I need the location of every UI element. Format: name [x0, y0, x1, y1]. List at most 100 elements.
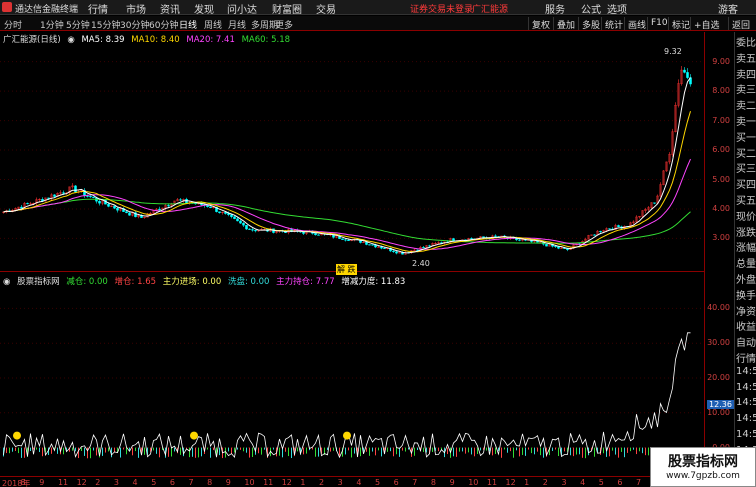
indicator-bar — [378, 447, 379, 451]
candle-body — [317, 234, 320, 236]
indicator-bar — [156, 447, 157, 454]
indicator-bar — [432, 447, 433, 452]
side-panel-item[interactable]: 总量 — [736, 255, 756, 270]
indicator-bar — [402, 447, 403, 451]
menu-item-shichang[interactable]: 市场 — [126, 1, 146, 16]
side-panel-item[interactable]: 行情 — [736, 350, 756, 365]
menu-item-faxian[interactable]: 发现 — [194, 1, 214, 16]
menu-item-hangqing[interactable]: 行情 — [88, 1, 108, 16]
indicator-bar — [120, 447, 121, 458]
candle-body — [167, 205, 170, 207]
indicator-bar — [639, 447, 640, 452]
indicator-bar — [126, 447, 127, 455]
indicator-bar — [153, 447, 154, 451]
period-more[interactable]: 更多 — [275, 18, 293, 31]
price-tick-label: 5.00 — [712, 174, 730, 184]
guest-label[interactable]: 游客 — [718, 1, 738, 16]
indicator-bar — [537, 447, 538, 452]
menu-item-gongshi[interactable]: 公式 — [581, 1, 601, 16]
menu-item-jiaoyi[interactable]: 交易 — [316, 1, 336, 16]
date-axis: 2018年 8 9 11 12 2 3 4 5 6 7 8 9 10 11 12 1 2 3 4 5 6 7 8 9 10 11 12… — [0, 476, 704, 487]
indicator-bar — [513, 447, 514, 458]
indicator-bar — [552, 447, 553, 451]
indicator-bar — [417, 447, 418, 451]
indicator-bar — [624, 447, 625, 458]
candle-body — [125, 211, 128, 214]
trade-login-alert[interactable]: 证券交易未登录 — [410, 2, 473, 15]
indicator-bar — [15, 447, 16, 451]
overlay-button[interactable]: 叠加 — [553, 17, 578, 31]
menu-item-zixun[interactable]: 资讯 — [160, 1, 180, 16]
period-15min[interactable]: 15分钟 — [91, 18, 120, 31]
side-panel-item[interactable]: 委比 — [736, 34, 756, 49]
menu-item-caifuquan[interactable]: 财富圈 — [272, 1, 302, 16]
side-panel-item[interactable]: 收益 — [736, 318, 756, 333]
menu-item-xuanxiang[interactable]: 选项 — [607, 1, 627, 16]
side-panel-item[interactable]: 现价 — [736, 208, 756, 223]
indicator-bar — [57, 447, 58, 454]
side-panel-item[interactable]: 换手 — [736, 287, 756, 302]
candle-body — [608, 228, 611, 230]
side-panel-item[interactable]: 买五 — [736, 192, 756, 207]
period-toolbar: 分时 1分钟 5分钟 15分钟 30分钟 60分钟 日线 周线 月线 多周期 更… — [0, 16, 756, 31]
add-watchlist-button[interactable]: +自选 — [690, 17, 723, 31]
indicator-bar — [462, 447, 463, 452]
indicator-bar — [90, 447, 91, 459]
period-weekly[interactable]: 周线 — [204, 18, 222, 31]
indicator-bar — [564, 447, 565, 452]
indicator-bar — [408, 447, 409, 450]
side-panel-item[interactable]: 卖四 — [736, 66, 756, 81]
fuquan-button[interactable]: 复权 — [528, 17, 553, 31]
date-axis-label: 7 — [636, 478, 642, 487]
side-panel-item[interactable]: 买四 — [736, 176, 756, 191]
side-panel-item[interactable]: 14:50 — [736, 366, 756, 377]
menu-item-fuwu[interactable]: 服务 — [545, 1, 565, 16]
stock-tab[interactable]: 广汇能源 — [472, 2, 508, 15]
draw-button[interactable]: 画线 — [624, 17, 649, 31]
side-panel-item[interactable]: 自动 — [736, 334, 756, 349]
price-tick-label: 8.00 — [712, 86, 730, 96]
side-panel-item[interactable]: 14:50 — [736, 382, 756, 393]
period-monthly[interactable]: 月线 — [228, 18, 246, 31]
side-panel-item[interactable]: 卖三 — [736, 81, 756, 96]
period-1min[interactable]: 1分钟 — [40, 18, 64, 31]
multi-stock-button[interactable]: 多股 — [578, 17, 603, 31]
period-fenshi[interactable]: 分时 — [4, 18, 22, 31]
side-panel-item[interactable]: 卖五 — [736, 50, 756, 65]
back-button[interactable]: 返回 — [728, 17, 753, 31]
side-panel-item[interactable]: 涨幅 — [736, 239, 756, 254]
candle-body — [428, 245, 431, 247]
indicator-bar — [447, 447, 448, 455]
date-axis-label: 6 — [617, 478, 623, 487]
indicator-bar — [534, 447, 535, 455]
indicator-bar — [36, 447, 37, 450]
indicator-bar — [159, 447, 160, 458]
stats-button[interactable]: 统计 — [601, 17, 626, 31]
candle-body — [341, 238, 344, 240]
price-chart[interactable]: 广汇能源(日线) ◉ MA5: 8.39 MA10: 8.40 MA20: 7.… — [0, 32, 704, 275]
date-axis-label: 3 — [561, 478, 567, 487]
side-panel-item[interactable]: 净资 — [736, 303, 756, 318]
side-panel-item[interactable]: 14:50 — [736, 413, 756, 424]
side-panel-item[interactable]: 买三 — [736, 160, 756, 175]
indicator-bar — [480, 447, 481, 451]
period-60min[interactable]: 60分钟 — [149, 18, 178, 31]
side-panel-item[interactable]: 买一 — [736, 129, 756, 144]
menu-item-wenxiaoda[interactable]: 问小达 — [227, 1, 257, 16]
side-panel-item[interactable]: 卖一 — [736, 113, 756, 128]
indicator-bar — [108, 447, 109, 452]
period-daily[interactable]: 日线 — [179, 18, 197, 31]
side-panel-item[interactable]: 外盘 — [736, 271, 756, 286]
side-panel-item[interactable]: 卖二 — [736, 97, 756, 112]
period-30min[interactable]: 30分钟 — [120, 18, 149, 31]
indicator-bar — [87, 447, 88, 459]
side-panel-item[interactable]: 买二 — [736, 145, 756, 160]
indicator-pane[interactable]: ◉ 股票指标网 减仓: 0.00 增仓: 1.65 主力进场: 0.00 洗盘:… — [0, 273, 704, 475]
period-5min[interactable]: 5分钟 — [66, 18, 90, 31]
period-multi[interactable]: 多周期 — [251, 18, 278, 31]
side-panel-item[interactable]: 涨跌 — [736, 224, 756, 239]
indicator-bar — [594, 447, 595, 457]
side-panel-item[interactable]: 14:50 — [736, 397, 756, 408]
side-panel-item[interactable]: 14:50 — [736, 429, 756, 440]
indicator-bar — [396, 447, 397, 455]
